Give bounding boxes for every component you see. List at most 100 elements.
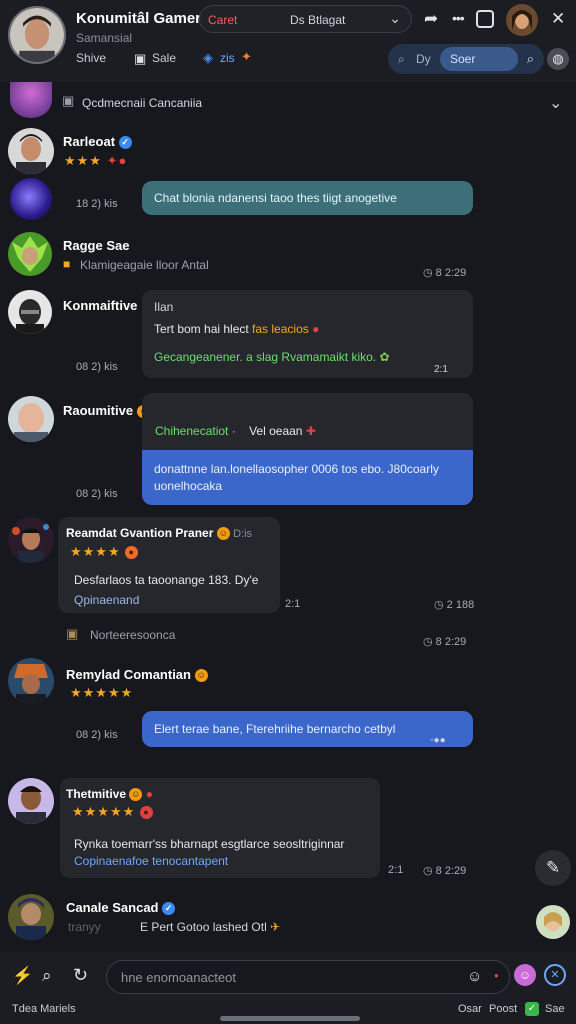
pinned-text: Qcdmecnaii Cancaniia — [82, 96, 203, 110]
emoji-icon: ☺ — [216, 527, 230, 541]
message-avatar[interactable] — [10, 178, 52, 220]
message-avatar[interactable] — [8, 778, 54, 824]
filter-dropdown-value: Ds Btlagat — [290, 13, 346, 27]
check-icon: ✓ — [525, 1002, 539, 1016]
refresh-icon[interactable]: ↻ — [73, 966, 88, 984]
clock-icon: ◷ — [423, 865, 433, 877]
message-author: Remylad Comantian ☺ — [66, 667, 208, 683]
edit-fab[interactable]: ✎ — [535, 850, 571, 886]
message-bubble[interactable]: Elert terae bane, Fterehriihe bernarcho … — [142, 711, 473, 747]
message-avatar[interactable] — [8, 396, 54, 442]
system-icon: ▣ — [66, 626, 79, 641]
rating-stars: ★★★ ✦● — [64, 153, 128, 168]
message-time: 2:1 — [285, 598, 301, 610]
search-bar[interactable]: ⌕ Dy Soer ⌕ — [388, 44, 544, 74]
message-avatar-image — [8, 658, 54, 704]
message-bubble[interactable]: Thetmitive ☺ ● ★★★★★ ● Rynka toemarr'ss … — [60, 778, 380, 878]
profile-avatar[interactable] — [8, 6, 66, 64]
image-icon: ▣ — [134, 51, 147, 66]
rating-stars: ★★★★ ● — [70, 544, 139, 560]
message-bubble[interactable]: Chihenecatiot · Vel oeaan ✚ donattnne la… — [142, 393, 473, 505]
rating-stars: ★★★★★ — [70, 685, 134, 700]
verified-badge-icon: ✓ — [162, 902, 176, 916]
message-avatar[interactable] — [8, 894, 54, 940]
globe-icon[interactable]: ◍ — [547, 48, 569, 70]
emoji-icon: ☺ — [194, 669, 208, 683]
message-avatar[interactable] — [8, 232, 52, 276]
bubble-line: Desfarlaos ta taoonange 183. Dy'e — [74, 573, 259, 587]
filter-dropdown[interactable]: Caret Ds Btlagat ⌄ — [199, 5, 412, 33]
sticker-icon[interactable]: ☺ — [514, 964, 536, 986]
message-time: 08 2) kis — [76, 361, 118, 373]
share-link[interactable]: Shive — [76, 51, 106, 65]
bubble-line: Qpinaenand — [74, 593, 140, 607]
message-avatar[interactable] — [8, 290, 52, 334]
window-icon[interactable] — [476, 10, 494, 28]
share-arrow-icon[interactable]: ➦ — [424, 10, 438, 27]
bubble-line: Gecangeanener. a slag Rvamamaikt kiko. ✿ — [154, 350, 390, 364]
message-author: Rarleoat ✓ — [63, 134, 132, 150]
message-avatar-image — [8, 290, 52, 334]
header-user-avatar-image — [506, 4, 538, 36]
message-avatar[interactable] — [8, 658, 54, 704]
message-avatar[interactable] — [8, 128, 54, 174]
message-bubble[interactable]: Reamdat Gvantion Praner ☺ D:is ★★★★ ● De… — [58, 517, 280, 613]
pinned-avatar — [10, 82, 52, 118]
search-button[interactable]: Soer — [440, 47, 518, 71]
message-input[interactable]: hne enomoanacteot ☺ ● — [106, 960, 510, 994]
clock-icon: ◷ — [423, 267, 433, 279]
message-input-placeholder: hne enomoanacteot — [121, 970, 236, 985]
message-author: Konmaiftive — [63, 298, 138, 313]
save-link[interactable]: Sale — [152, 51, 176, 65]
search-icon[interactable]: ⌕ — [42, 967, 52, 984]
message-avatar[interactable] — [8, 517, 54, 563]
online-user-avatar[interactable] — [536, 905, 570, 939]
message-avatar-image — [8, 778, 54, 824]
header-user-avatar[interactable] — [506, 4, 538, 36]
message-status: Klamigeagaie lloor Antal — [80, 258, 209, 272]
chat-title: Konumitâl Gamer — [76, 10, 202, 27]
footer-left-text: Tdea Mariels — [12, 1003, 76, 1015]
message-bubble[interactable]: Ilan Tert bom hai hlect fas leacios ● Ge… — [142, 290, 473, 378]
fire-icon: ✦ — [241, 49, 252, 64]
message-author: Reamdat Gvantion Praner ☺ D:is — [66, 526, 253, 541]
message-faded: tranyy — [68, 920, 101, 934]
message-author: Thetmitive ☺ ● — [66, 787, 153, 802]
emoji-icon[interactable]: ☺ — [467, 969, 482, 984]
tag-icon: ◈ — [203, 50, 213, 65]
record-dot-icon: ● — [494, 971, 499, 980]
attach-icon[interactable]: ⚡ — [12, 967, 33, 984]
rating-stars: ★★★★★ ● — [72, 804, 153, 820]
collapse-chevron-icon[interactable]: ⌄ — [549, 96, 562, 112]
clock-icon: ◷ — [423, 636, 433, 648]
message-time: ◷ 2 188 — [434, 599, 475, 611]
bubble-line: Ilan — [154, 300, 174, 314]
search-query-icon[interactable]: ⌕ — [527, 51, 534, 67]
search-icon: ⌕ — [398, 52, 405, 66]
message-bubble[interactable]: Chat blonia ndanensi taoo thes tiigt ano… — [142, 181, 473, 215]
message-time: 2:1 — [388, 864, 404, 876]
more-icon[interactable]: ••• — [452, 11, 465, 25]
online-user-avatar-image — [536, 905, 570, 939]
message-avatar-image — [8, 396, 54, 442]
profile-avatar-image — [10, 8, 64, 62]
close-icon[interactable]: ✕ — [551, 10, 565, 27]
message-avatar-image — [8, 128, 54, 174]
footer-label-a[interactable]: Osar — [458, 1003, 482, 1015]
message-avatar-image — [8, 517, 54, 563]
footer-label-c[interactable]: Sae — [545, 1003, 565, 1015]
message-time: ◷ 8 2:29 — [423, 267, 467, 279]
chevron-down-icon: ⌄ — [389, 10, 401, 26]
composer-bar: ⚡ ⌕ ↻ hne enomoanacteot ☺ ● ☺ ✕ Tdea Mar… — [0, 952, 576, 1024]
clock-icon: ◷ — [434, 599, 444, 611]
system-message: Norteeresoonca — [90, 628, 176, 642]
search-button-label: Soer — [450, 52, 476, 66]
bubble-body: donattnne lan.lonellaosopher 0006 tos eb… — [142, 450, 473, 505]
bubble-line: Rynka toemarr'ss bharnapt esgtlarce seos… — [74, 837, 345, 851]
filter-red-label: Caret — [208, 13, 238, 27]
bubble-time: 2:1 — [434, 364, 448, 375]
footer-label-b[interactable]: Poost — [489, 1003, 517, 1015]
message-time: ◷ 8 2:29 — [423, 636, 467, 648]
tags-link[interactable]: zis — [220, 51, 235, 65]
gamepad-icon[interactable]: ✕ — [544, 964, 566, 986]
